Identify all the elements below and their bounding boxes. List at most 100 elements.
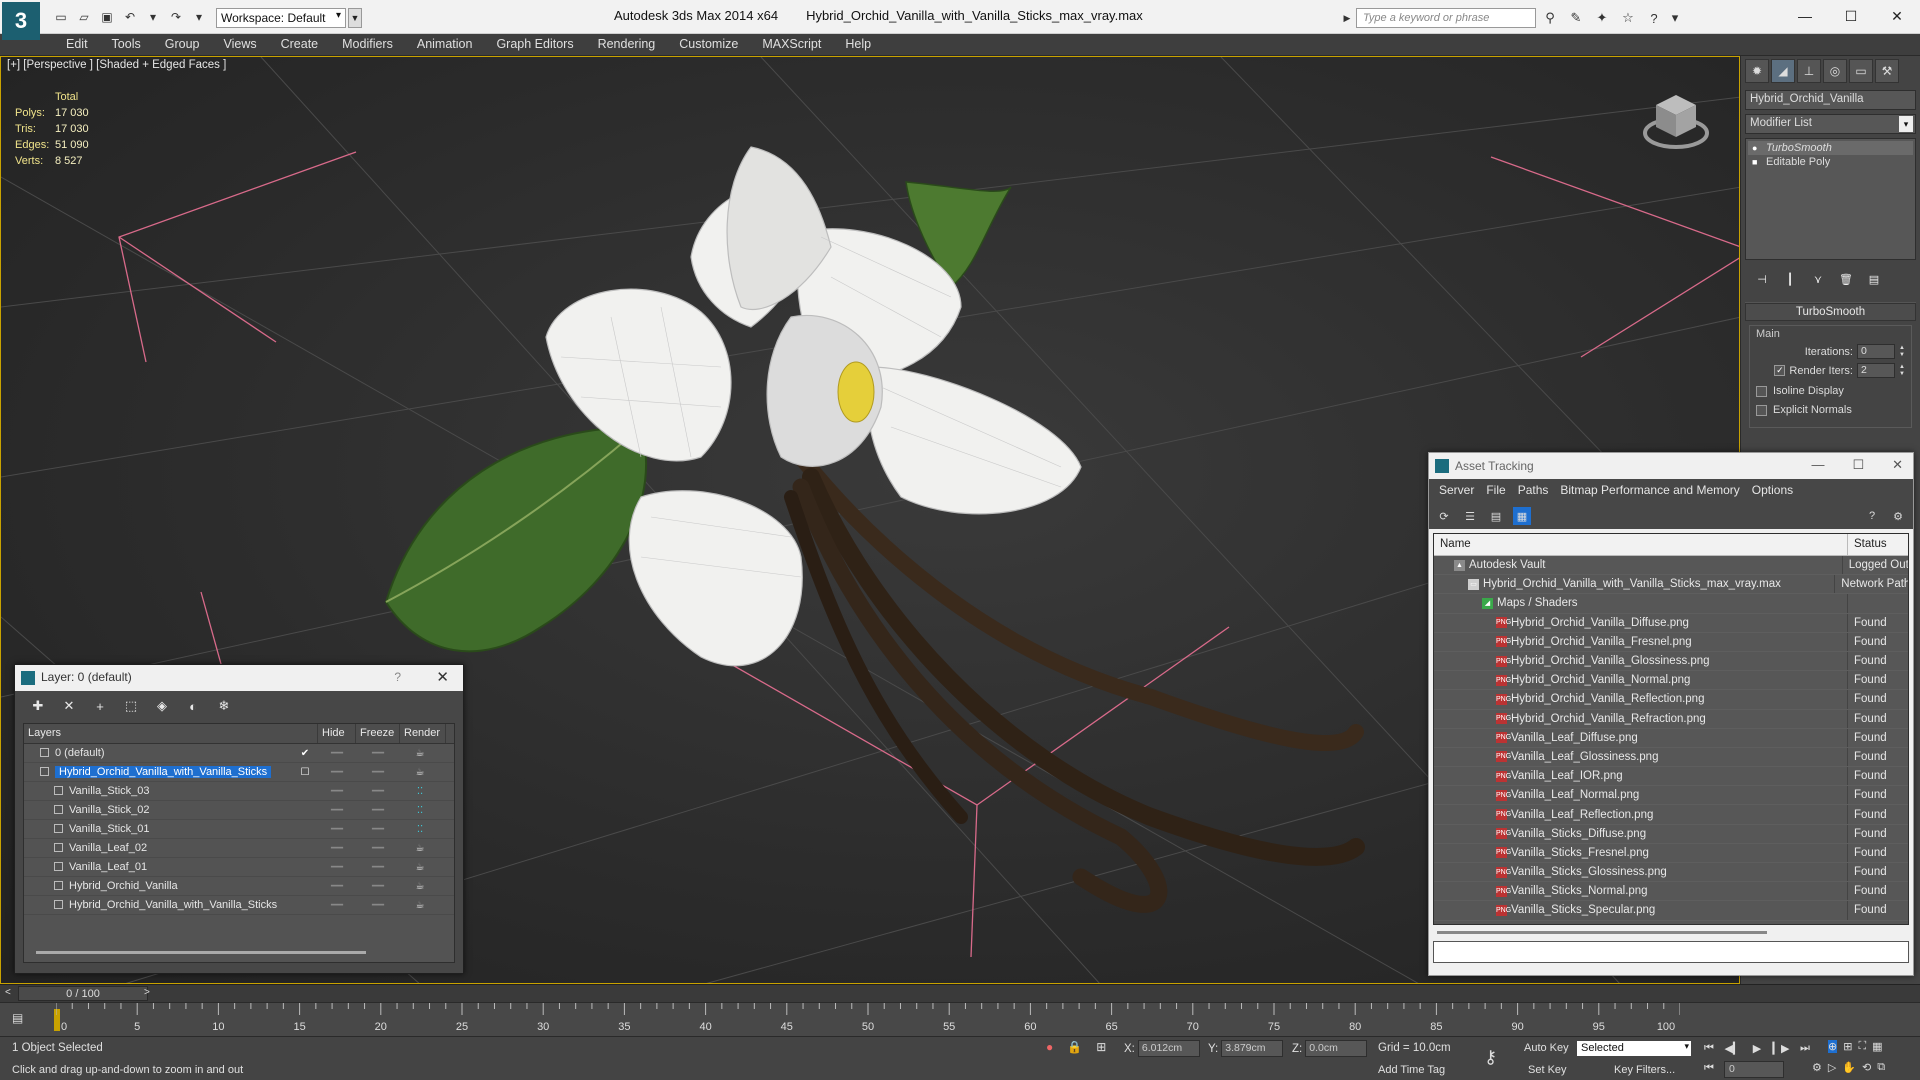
asset-name-cell[interactable]: PNG Vanilla_Leaf_Diffuse.png	[1434, 728, 1848, 747]
horizontal-scrollbar[interactable]	[1437, 931, 1767, 934]
orbit-icon[interactable]: ⟲	[1862, 1061, 1871, 1074]
minimize-icon[interactable]: —	[1782, 0, 1828, 32]
active-layer-icon[interactable]: ☐	[292, 767, 318, 778]
menu-rendering[interactable]: Rendering	[586, 37, 668, 51]
select-objects-icon[interactable]: ⬚	[120, 697, 142, 715]
time-slider-handle[interactable]: 0 / 100	[18, 986, 148, 1001]
isoline-display-option[interactable]: Isoline Display	[1756, 385, 1905, 397]
hide-toggle[interactable]: ━━	[318, 767, 356, 778]
layer-name-cell[interactable]: Vanilla_Stick_01	[24, 823, 292, 835]
asset-name-cell[interactable]: PNG Vanilla_Sticks_Normal.png	[1434, 882, 1848, 901]
render-toggle-icon[interactable]: ☕	[400, 767, 440, 778]
hide-toggle[interactable]: ━━	[318, 843, 356, 854]
menu-maxscript[interactable]: MAXScript	[750, 37, 833, 51]
render-toggle-icon[interactable]: ☕	[400, 748, 440, 759]
make-unique-icon[interactable]: ⋎	[1809, 270, 1827, 288]
menu-group[interactable]: Group	[153, 37, 212, 51]
close-icon[interactable]: ✕	[1892, 457, 1903, 473]
search-input[interactable]: Type a keyword or phrase	[1356, 8, 1536, 28]
freeze-toggle[interactable]: ━━	[356, 900, 400, 911]
asset-dialog-titlebar[interactable]: Asset Tracking — ☐ ✕	[1429, 453, 1913, 479]
open-file-icon[interactable]: ▱	[75, 8, 93, 26]
undo-icon[interactable]: ↶	[121, 8, 139, 26]
asset-name-cell[interactable]: ▭ Hybrid_Orchid_Vanilla_with_Vanilla_Stic…	[1434, 575, 1836, 594]
show-end-result-icon[interactable]: ┃	[1781, 270, 1799, 288]
render-iters-checkbox[interactable]: ✓	[1774, 365, 1786, 376]
help-dropdown-icon[interactable]: ▾	[1670, 8, 1680, 28]
asset-row[interactable]: PNG Vanilla_Sticks_Normal.png Found	[1434, 882, 1908, 902]
render-toggle-icon[interactable]: ☕	[400, 881, 440, 892]
asset-name-cell[interactable]: ▲ Autodesk Vault	[1434, 556, 1843, 575]
asset-row[interactable]: PNG Vanilla_Sticks_Diffuse.png Found	[1434, 824, 1908, 844]
asset-name-cell[interactable]: PNG Hybrid_Orchid_Vanilla_Refraction.png	[1434, 709, 1848, 728]
col-status[interactable]: Status	[1848, 534, 1893, 555]
toolbar-overflow-icon[interactable]: ▼	[348, 8, 362, 28]
prev-frame-arrow-icon[interactable]: <	[5, 987, 11, 998]
configure-sets-icon[interactable]: ▤	[1865, 270, 1883, 288]
asset-row[interactable]: PNG Vanilla_Leaf_Reflection.png Found	[1434, 805, 1908, 825]
expand-box-icon[interactable]: ■	[1752, 157, 1757, 167]
key-mode-toggle-icon[interactable]: ⏮	[1704, 1062, 1714, 1075]
zoom-all-icon[interactable]: ⊞	[1843, 1040, 1852, 1053]
asset-row[interactable]: ◢ Maps / Shaders	[1434, 594, 1908, 614]
isolate-pin-icon[interactable]: ●	[1046, 1040, 1053, 1054]
minimize-icon[interactable]: —	[1811, 457, 1824, 473]
layer-name-cell[interactable]: Vanilla_Leaf_02	[24, 842, 292, 854]
asset-name-cell[interactable]: PNG Vanilla_Leaf_Reflection.png	[1434, 805, 1848, 824]
menu-tools[interactable]: Tools	[100, 37, 153, 51]
search-expand-icon[interactable]: ▶	[1340, 8, 1354, 28]
col-hide[interactable]: Hide	[318, 724, 356, 743]
create-tab-icon[interactable]: ✹	[1745, 59, 1769, 83]
layer-row[interactable]: Vanilla_Leaf_02 ━━ ━━ ☕	[24, 839, 454, 858]
freeze-toggle[interactable]: ━━	[356, 748, 400, 759]
layer-row[interactable]: Hybrid_Orchid_Vanilla_with_Vanilla_Stick…	[24, 896, 454, 915]
layer-row[interactable]: Hybrid_Orchid_Vanilla ━━ ━━ ☕	[24, 877, 454, 896]
hide-toggle[interactable]: ━━	[318, 862, 356, 873]
layer-dialog-titlebar[interactable]: Layer: 0 (default) ? ✕	[15, 665, 463, 691]
close-icon[interactable]: ✕	[436, 668, 449, 686]
x-field[interactable]: 6.012cm	[1137, 1040, 1200, 1057]
field-of-view-icon[interactable]: ▷	[1828, 1061, 1836, 1074]
track-bar[interactable]: ▤ 0 5 10 15 20 25 30 35 40 45 50 55 60 65 70 75 80 85 90 95…	[0, 1002, 1920, 1036]
layer-row[interactable]: 0 (default) ✔ ━━ ━━ ☕	[24, 744, 454, 763]
render-toggle-icon[interactable]: ⁚⁚	[400, 824, 440, 835]
asset-name-cell[interactable]: PNG Hybrid_Orchid_Vanilla_Diffuse.png	[1434, 613, 1848, 632]
explicit-normals-checkbox[interactable]	[1756, 404, 1767, 416]
help-icon[interactable]: ?	[1644, 8, 1664, 28]
remove-modifier-icon[interactable]: 🗑	[1837, 270, 1855, 288]
modifier-stack[interactable]: ● TurboSmooth ■ Editable Poly	[1745, 138, 1916, 260]
asset-name-cell[interactable]: PNG Vanilla_Leaf_IOR.png	[1434, 767, 1848, 786]
new-layer-icon[interactable]: ✚	[27, 697, 49, 715]
y-field[interactable]: 3.879cm	[1221, 1040, 1284, 1057]
render-toggle-icon[interactable]: ⁚⁚	[400, 805, 440, 816]
viewport-label[interactable]: [+] [Perspective ] [Shaded + Edged Faces…	[7, 59, 226, 71]
communication-icon[interactable]: ✦	[1592, 8, 1612, 28]
layer-name-cell[interactable]: Hybrid_Orchid_Vanilla	[24, 880, 292, 892]
asset-name-cell[interactable]: PNG Vanilla_Sticks_Glossiness.png	[1434, 863, 1848, 882]
asset-row[interactable]: PNG Vanilla_Leaf_Glossiness.png Found	[1434, 747, 1908, 768]
asset-row[interactable]: PNG Vanilla_Leaf_IOR.png Found	[1434, 767, 1908, 787]
hide-toggle[interactable]: ━━	[318, 881, 356, 892]
modify-tab-icon[interactable]: ◢	[1771, 59, 1795, 83]
render-toggle-icon[interactable]: ☕	[400, 900, 440, 911]
refresh-icon[interactable]: ⟳	[1435, 507, 1453, 525]
col-render[interactable]: Render	[400, 724, 446, 743]
current-frame-field[interactable]: 0	[1724, 1061, 1784, 1078]
table-view-icon[interactable]: ▦	[1513, 507, 1531, 525]
time-slider[interactable]: < 0 / 100 >	[0, 984, 1920, 1002]
go-to-start-icon[interactable]: ⏮	[1700, 1040, 1718, 1057]
freeze-toggle[interactable]: ━━	[356, 881, 400, 892]
layer-name-cell[interactable]: Vanilla_Stick_02	[24, 804, 292, 816]
render-toggle-icon[interactable]: ☕	[400, 862, 440, 873]
detail-view-icon[interactable]: ▤	[1487, 507, 1505, 525]
go-to-end-icon[interactable]: ⏭	[1796, 1040, 1814, 1057]
asset-row[interactable]: PNG Hybrid_Orchid_Vanilla_Refraction.png F…	[1434, 709, 1908, 729]
add-time-tag-button[interactable]: Add Time Tag	[1378, 1064, 1445, 1076]
maximize-icon[interactable]: ☐	[1828, 0, 1874, 32]
hide-all-icon[interactable]: ◐	[182, 697, 204, 715]
maximize-viewport-icon[interactable]: ⧉	[1877, 1061, 1885, 1074]
menu-create[interactable]: Create	[269, 37, 331, 51]
time-config-icon[interactable]: ⚙	[1812, 1061, 1822, 1074]
asset-name-cell[interactable]: PNG Hybrid_Orchid_Vanilla_Fresnel.png	[1434, 632, 1848, 651]
asset-row[interactable]: ▭ Hybrid_Orchid_Vanilla_with_Vanilla_Stic…	[1434, 575, 1908, 595]
